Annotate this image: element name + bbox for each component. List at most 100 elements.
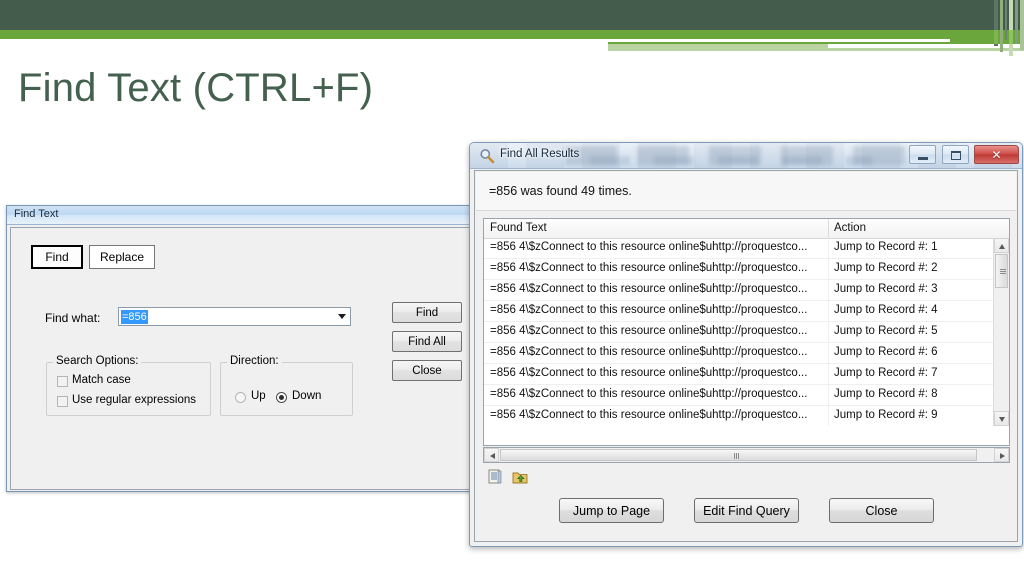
table-row[interactable]: =856 4\$zConnect to this resource online… bbox=[484, 280, 995, 301]
page-title: Find Text (CTRL+F) bbox=[18, 66, 374, 110]
results-vertical-scrollbar[interactable] bbox=[993, 238, 1009, 426]
cell-action[interactable]: Jump to Record #: 2 bbox=[834, 262, 938, 274]
cell-divider bbox=[828, 259, 829, 279]
vertical-scroll-thumb[interactable] bbox=[995, 254, 1008, 288]
table-row[interactable]: =856 4\$zConnect to this resource online… bbox=[484, 322, 995, 343]
cell-divider bbox=[828, 364, 829, 384]
cell-divider bbox=[828, 301, 829, 321]
cell-action[interactable]: Jump to Record #: 3 bbox=[834, 283, 938, 295]
find-all-results-client-area: =856 was found 49 times. Found Text Acti… bbox=[474, 170, 1018, 542]
close-icon: ✕ bbox=[991, 148, 1002, 162]
header-vertical-bar-green-1 bbox=[994, 30, 998, 44]
scroll-right-button[interactable] bbox=[994, 448, 1009, 462]
checkbox-use-regex[interactable] bbox=[57, 396, 68, 407]
cell-divider bbox=[828, 322, 829, 342]
titlebar-glass-blur-2 bbox=[590, 156, 872, 165]
table-row[interactable]: =856 4\$zConnect to this resource online… bbox=[484, 301, 995, 322]
scroll-up-button[interactable] bbox=[994, 238, 1009, 253]
cell-action[interactable]: Jump to Record #: 9 bbox=[834, 409, 938, 421]
find-text-titlebar[interactable]: Find Text bbox=[7, 206, 482, 225]
close-button[interactable]: Close bbox=[392, 360, 462, 381]
direction-group: Direction: Up Down bbox=[220, 355, 353, 416]
find-what-input[interactable]: =856 bbox=[118, 307, 351, 326]
tab-find[interactable]: Find bbox=[31, 245, 83, 269]
results-listview[interactable]: Found Text Action =856 4\$zConnect to th… bbox=[483, 218, 1010, 446]
cell-action[interactable]: Jump to Record #: 5 bbox=[834, 325, 938, 337]
radio-up[interactable] bbox=[235, 392, 246, 403]
cell-action[interactable]: Jump to Record #: 8 bbox=[834, 388, 938, 400]
close-window-button[interactable]: ✕ bbox=[974, 145, 1019, 164]
results-horizontal-scrollbar[interactable] bbox=[483, 447, 1010, 463]
radio-down[interactable] bbox=[276, 392, 287, 403]
jump-to-page-button[interactable]: Jump to Page bbox=[559, 498, 664, 523]
scroll-down-button[interactable] bbox=[994, 411, 1009, 426]
scroll-left-button[interactable] bbox=[484, 448, 499, 462]
export-folder-icon[interactable] bbox=[512, 469, 528, 485]
find-text-client-area: Find Replace Find what: =856 Find Find A… bbox=[10, 227, 480, 490]
header-vertical-bar-5 bbox=[1015, 0, 1018, 44]
find-what-value: =856 bbox=[121, 310, 148, 324]
direction-label: Direction: bbox=[227, 355, 282, 367]
chevron-down-icon[interactable] bbox=[338, 314, 346, 319]
table-row[interactable]: =856 4\$zConnect to this resource online… bbox=[484, 259, 995, 280]
horizontal-scroll-thumb[interactable] bbox=[500, 449, 977, 461]
table-row[interactable]: =856 4\$zConnect to this resource online… bbox=[484, 343, 995, 364]
results-close-button[interactable]: Close bbox=[829, 498, 934, 523]
cell-divider bbox=[828, 385, 829, 405]
search-options-group: Search Options: Match case Use regular e… bbox=[46, 355, 211, 416]
cell-found-text: =856 4\$zConnect to this resource online… bbox=[490, 241, 808, 253]
table-row[interactable]: =856 4\$zConnect to this resource online… bbox=[484, 406, 995, 426]
cell-found-text: =856 4\$zConnect to this resource online… bbox=[490, 283, 808, 295]
find-all-results-titlebar[interactable]: Find All Results ✕ bbox=[470, 143, 1022, 169]
slide-canvas: Find Text (CTRL+F) Find Text Find Replac… bbox=[0, 0, 1024, 576]
cell-found-text: =856 4\$zConnect to this resource online… bbox=[490, 388, 808, 400]
results-listview-body: =856 4\$zConnect to this resource online… bbox=[484, 238, 995, 426]
column-divider bbox=[828, 219, 829, 238]
column-header-found-text[interactable]: Found Text bbox=[490, 222, 547, 234]
find-text-title: Find Text bbox=[14, 208, 59, 220]
results-summary-bar: =856 was found 49 times. bbox=[476, 172, 1016, 211]
scroll-grip-icon bbox=[1000, 269, 1006, 274]
table-row[interactable]: =856 4\$zConnect to this resource online… bbox=[484, 364, 995, 385]
cell-divider bbox=[828, 406, 829, 426]
maximize-button[interactable] bbox=[941, 145, 969, 164]
find-text-dialog: Find Text Find Replace Find what: =856 F… bbox=[6, 205, 483, 492]
table-row[interactable]: =856 4\$zConnect to this resource online… bbox=[484, 238, 995, 259]
use-regex-label: Use regular expressions bbox=[72, 394, 197, 406]
minimize-button[interactable] bbox=[909, 145, 937, 164]
find-all-results-title: Find All Results bbox=[500, 148, 580, 160]
checkbox-match-case[interactable] bbox=[57, 376, 68, 387]
header-vertical-bar-green-2 bbox=[1009, 30, 1013, 44]
cell-found-text: =856 4\$zConnect to this resource online… bbox=[490, 367, 808, 379]
results-listview-header: Found Text Action bbox=[484, 219, 1009, 239]
cell-action[interactable]: Jump to Record #: 7 bbox=[834, 367, 938, 379]
match-case-label: Match case bbox=[72, 374, 131, 386]
window-controls: ✕ bbox=[908, 145, 1019, 165]
cell-found-text: =856 4\$zConnect to this resource online… bbox=[490, 262, 808, 274]
edit-find-query-button[interactable]: Edit Find Query bbox=[694, 498, 799, 523]
header-white-stripe-1 bbox=[608, 39, 950, 42]
direction-down-label: Down bbox=[292, 390, 322, 402]
header-vertical-bar-2 bbox=[1000, 0, 1003, 52]
find-button[interactable]: Find bbox=[392, 302, 462, 323]
cell-action[interactable]: Jump to Record #: 4 bbox=[834, 304, 938, 316]
column-header-action[interactable]: Action bbox=[834, 222, 866, 234]
find-all-button[interactable]: Find All bbox=[392, 331, 462, 352]
scroll-grip-icon bbox=[734, 453, 739, 459]
table-row[interactable]: =856 4\$zConnect to this resource online… bbox=[484, 385, 995, 406]
copy-list-icon[interactable] bbox=[488, 469, 503, 485]
find-all-results-window: Find All Results ✕ =856 was found 49 tim… bbox=[469, 142, 1023, 547]
minimize-icon bbox=[918, 157, 929, 160]
results-summary-text: =856 was found 49 times. bbox=[489, 184, 632, 198]
cell-divider bbox=[828, 238, 829, 258]
cell-divider bbox=[828, 343, 829, 363]
chevron-down-icon bbox=[999, 417, 1005, 422]
chevron-right-icon bbox=[1000, 452, 1005, 459]
direction-up-label: Up bbox=[251, 390, 266, 402]
tab-replace[interactable]: Replace bbox=[89, 245, 155, 269]
header-vertical-bar-6 bbox=[1020, 0, 1024, 50]
cell-action[interactable]: Jump to Record #: 1 bbox=[834, 241, 938, 253]
cell-found-text: =856 4\$zConnect to this resource online… bbox=[490, 409, 808, 421]
cell-action[interactable]: Jump to Record #: 6 bbox=[834, 346, 938, 358]
cell-found-text: =856 4\$zConnect to this resource online… bbox=[490, 325, 808, 337]
